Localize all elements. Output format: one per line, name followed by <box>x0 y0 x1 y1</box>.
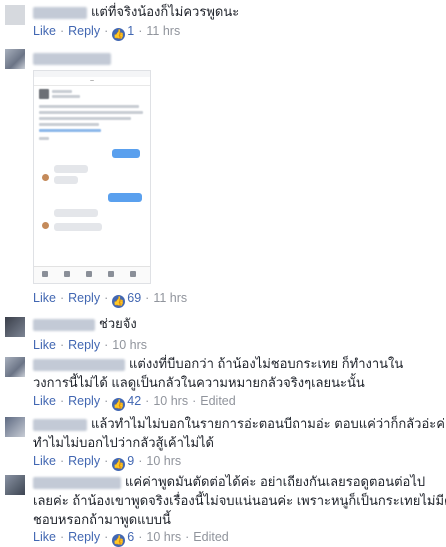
avatar[interactable] <box>5 417 25 437</box>
timestamp[interactable]: 10 hrs <box>153 394 188 408</box>
comment-actions: Like · Reply · 👍 69 · 11 hrs <box>33 291 188 308</box>
like-link[interactable]: Like <box>33 338 56 352</box>
like-link[interactable]: Like <box>33 291 56 305</box>
reply-link[interactable]: Reply <box>68 338 100 352</box>
like-count[interactable]: 42 <box>127 394 141 408</box>
comment-text-line-2: วงการนี้ไม่ได้ แลดูเป็นกลัวในความหมายกลั… <box>33 375 365 390</box>
screenshot-header: ─ <box>34 77 150 86</box>
reply-link[interactable]: Reply <box>68 394 100 408</box>
comment-text-line-2: ทำไมไม่บอกไปว่ากลัวสู้เค้าไม่ได้ <box>33 435 215 450</box>
comment-text: แต่งงที่บีบอกว่า ถ้าน้องไม่ชอบกระเทย ก็ท… <box>33 354 403 373</box>
thumbs-up-icon: 👍 <box>112 458 126 471</box>
thumbs-up-icon: 👍 <box>112 295 126 308</box>
thumbs-up-icon: 👍 <box>112 28 126 41</box>
reply-link[interactable]: Reply <box>68 291 100 305</box>
thumbs-up-icon: 👍 <box>112 534 126 547</box>
reply-link[interactable]: Reply <box>68 24 100 38</box>
like-link[interactable]: Like <box>33 24 56 38</box>
avatar[interactable] <box>5 357 25 377</box>
like-link[interactable]: Like <box>33 454 56 468</box>
comment-text-line-3: ชอบหรอกถ้ามาพูดแบบนี้ <box>33 512 171 527</box>
timestamp[interactable]: 10 hrs <box>146 530 181 544</box>
avatar[interactable] <box>5 317 25 337</box>
like-link[interactable]: Like <box>33 394 56 408</box>
comment-actions: Like · Reply · 10 hrs <box>33 338 147 352</box>
edited-label[interactable]: Edited <box>200 394 235 408</box>
commenter-name-redacted[interactable] <box>33 476 121 489</box>
commenter-name-redacted[interactable] <box>33 318 95 331</box>
attached-screenshot[interactable]: ─ <box>33 70 151 284</box>
comment-actions: Like · Reply · 👍 1 · 11 hrs <box>33 24 181 41</box>
timestamp[interactable]: 10 hrs <box>112 338 147 352</box>
like-link[interactable]: Like <box>33 530 56 544</box>
comment-actions: Like · Reply · 👍 42 · 10 hrs · Edited <box>33 394 236 411</box>
comment-actions: Like · Reply · 👍 9 · 10 hrs <box>33 454 182 471</box>
commenter-name-redacted[interactable] <box>33 358 125 371</box>
comment-text: แล้วทำไมไม่บอกในรายการอ่ะตอนบีถามอ่ะ ตอบ… <box>33 414 446 433</box>
comment-actions: Like · Reply · 👍 6 · 10 hrs · Edited <box>33 530 229 547</box>
avatar[interactable] <box>5 49 25 69</box>
comment-text: ช่วยจัง <box>33 314 137 333</box>
edited-label[interactable]: Edited <box>193 530 228 544</box>
commenter-name-redacted[interactable] <box>33 52 111 65</box>
thumbs-up-icon: 👍 <box>112 398 126 411</box>
screenshot-tab-bar <box>34 266 150 283</box>
reply-link[interactable]: Reply <box>68 530 100 544</box>
comment-text-line-2: เลยค่ะ ถ้าน้องเขาพูดจริงเรื่องนี้ไม่จบแน… <box>33 493 446 508</box>
comment-text <box>33 48 115 67</box>
comment-text: แค่ค่าพูดมันตัดต่อได้ค่ะ อย่าเถียงกันเลย… <box>33 472 425 491</box>
commenter-name-redacted[interactable] <box>33 418 87 431</box>
timestamp[interactable]: 10 hrs <box>146 454 181 468</box>
like-count[interactable]: 9 <box>127 454 134 468</box>
like-count[interactable]: 1 <box>127 24 134 38</box>
comment-text: แต่ที่จริงน้องก็ไม่ควรพูดนะ <box>33 2 239 21</box>
commenter-name-redacted[interactable] <box>33 6 87 19</box>
timestamp[interactable]: 11 hrs <box>153 291 187 305</box>
avatar[interactable] <box>5 5 25 25</box>
timestamp[interactable]: 11 hrs <box>146 24 180 38</box>
like-count[interactable]: 6 <box>127 530 134 544</box>
reply-link[interactable]: Reply <box>68 454 100 468</box>
avatar[interactable] <box>5 475 25 495</box>
like-count[interactable]: 69 <box>127 291 141 305</box>
